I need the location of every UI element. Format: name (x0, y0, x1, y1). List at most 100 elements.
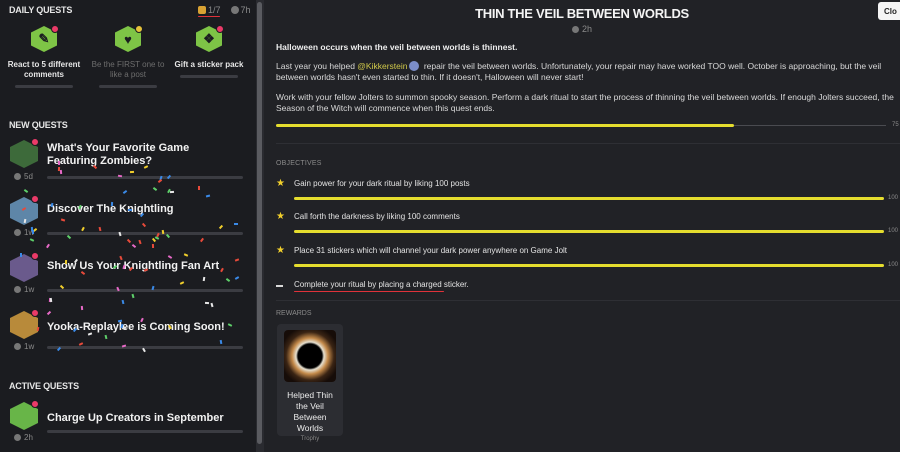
daily-quest-progress (180, 75, 238, 78)
quest-progress (47, 346, 243, 349)
confetti-piece (121, 300, 124, 305)
scrollbar-thumb[interactable] (257, 2, 262, 444)
close-button[interactable]: Clo (878, 2, 900, 20)
quest-progress (47, 176, 243, 179)
confetti-piece (130, 170, 135, 173)
objectives-heading: OBJECTIVES (276, 160, 322, 167)
daily-quest-react[interactable]: ✎ React to 5 different comments (5, 25, 83, 88)
confetti-piece (151, 243, 154, 248)
daily-quest-first-like[interactable]: ♥ Be the FIRST one to like a post (89, 25, 167, 88)
quest-description-1: Last year you helped @Kikkerstein repair… (276, 61, 882, 82)
quest-item-knightling[interactable]: Discover The Knightling 1w (10, 195, 246, 243)
red-annotation-underline (294, 291, 444, 292)
objective-percent: 100 (888, 195, 899, 201)
objective-percent: 100 (888, 228, 899, 234)
notification-dot (31, 400, 39, 408)
objective-progress (294, 197, 884, 200)
star-icon: ★ (276, 245, 285, 256)
black-hole-trophy-image (284, 330, 336, 382)
quest-sidebar: DAILY QUESTS 1/7 7h ✎ React to 5 differe… (0, 0, 256, 452)
confetti-piece (80, 305, 84, 310)
reward-type: Trophy (300, 436, 320, 442)
clock-icon (571, 26, 579, 33)
quest-progress (47, 430, 243, 433)
daily-quest-label: Be the FIRST one to like a post (91, 60, 165, 79)
notification-dot (31, 309, 39, 317)
daily-quest-label: Gift a sticker pack (174, 60, 244, 69)
confetti-piece (210, 302, 214, 307)
active-quests-heading: ACTIVE QUESTS (9, 381, 79, 391)
confetti-piece (64, 260, 68, 265)
quest-item-fan-art[interactable]: Show Us Your Knightling Fan Art 1w (10, 252, 246, 300)
quest-progress (47, 232, 243, 235)
quest-detail-title: THIN THE VEIL BETWEEN WORLDS (475, 6, 689, 21)
notification-dot (31, 138, 39, 146)
quest-time: 2h (14, 433, 33, 442)
objective-item: ★ Call forth the darkness by liking 100 … (276, 211, 900, 242)
sidebar-scrollbar[interactable] (256, 0, 264, 452)
clock-icon (14, 173, 21, 180)
confetti-piece (57, 167, 61, 172)
divider (276, 300, 900, 301)
rewards-heading: REWARDS (276, 310, 312, 317)
daily-quest-progress (15, 85, 73, 88)
gift-icon (198, 6, 206, 14)
dash-icon (276, 285, 283, 287)
clock-icon (14, 229, 21, 236)
red-annotation-underline (198, 16, 220, 17)
new-quests-heading: NEW QUESTS (9, 120, 68, 130)
confetti-piece (20, 252, 23, 257)
objective-percent: 100 (888, 262, 899, 268)
confetti-piece (219, 339, 222, 345)
confetti-piece (57, 160, 60, 165)
reward-name: Helped Thin the Veil Between Worlds (287, 390, 333, 433)
quest-title: Charge Up Creators in September (47, 412, 224, 424)
objective-text: Gain power for your dark ritual by likin… (294, 179, 470, 188)
confetti-piece (24, 189, 29, 194)
objective-progress (294, 230, 884, 233)
daily-timer: 7h (230, 5, 251, 15)
quest-progress-track (733, 125, 886, 126)
clock-icon (14, 343, 21, 350)
confetti-piece (170, 190, 175, 194)
objective-item: ★ Gain power for your dark ritual by lik… (276, 178, 900, 209)
confetti-piece (122, 189, 128, 194)
quest-progress (47, 289, 243, 292)
confetti-piece (233, 222, 238, 225)
quest-progress-percent: 75 (892, 122, 899, 128)
daily-quest-label: React to 5 different comments (7, 60, 81, 79)
quest-item-yooka[interactable]: Yooka-Replaylee is Coming Soon! 1w (10, 309, 246, 357)
quest-intro: Halloween occurs when the veil between w… (276, 42, 518, 52)
quest-item-charge-up[interactable]: Charge Up Creators in September 2h (10, 400, 246, 448)
confetti-piece (204, 302, 209, 305)
quest-progress-bar (276, 124, 734, 127)
objective-text: Complete your ritual by placing a charge… (294, 280, 469, 289)
quest-title: What's Your Favorite Game Featuring Zomb… (47, 142, 190, 167)
divider (276, 143, 900, 144)
clock-icon (230, 6, 239, 14)
notification-dot (31, 252, 39, 260)
objective-item-incomplete: Complete your ritual by placing a charge… (276, 280, 900, 310)
notification-dot (216, 25, 224, 33)
reward-card[interactable]: Helped Thin the Veil Between Worlds Trop… (277, 324, 343, 442)
quest-item-zombies[interactable]: What's Your Favorite Game Featuring Zomb… (10, 138, 246, 186)
star-icon: ★ (276, 211, 285, 222)
confetti-piece (131, 244, 137, 249)
objective-item: ★ Place 31 stickers which will channel y… (276, 245, 900, 276)
confetti-piece (46, 244, 51, 249)
daily-quests-heading: DAILY QUESTS (9, 5, 73, 15)
confetti-piece (128, 208, 133, 211)
confetti-piece (197, 185, 200, 190)
quest-time: 1w (14, 285, 34, 294)
quest-time: 1w (14, 342, 34, 351)
clock-icon (14, 286, 21, 293)
quest-description-2: Work with your fellow Jolters to summon … (276, 92, 894, 113)
quest-detail-panel: THIN THE VEIL BETWEEN WORLDS 2h Clo Hall… (264, 0, 900, 452)
user-mention-link[interactable]: @Kikkerstein (357, 61, 407, 71)
objective-text: Place 31 stickers which will channel you… (294, 246, 568, 255)
daily-quests-meta: 1/7 7h (198, 5, 251, 15)
daily-quest-progress (99, 85, 157, 88)
daily-quest-gift-sticker[interactable]: ❖ Gift a sticker pack (170, 25, 248, 78)
notification-dot (51, 25, 59, 33)
gift-counter: 1/7 (198, 5, 221, 15)
